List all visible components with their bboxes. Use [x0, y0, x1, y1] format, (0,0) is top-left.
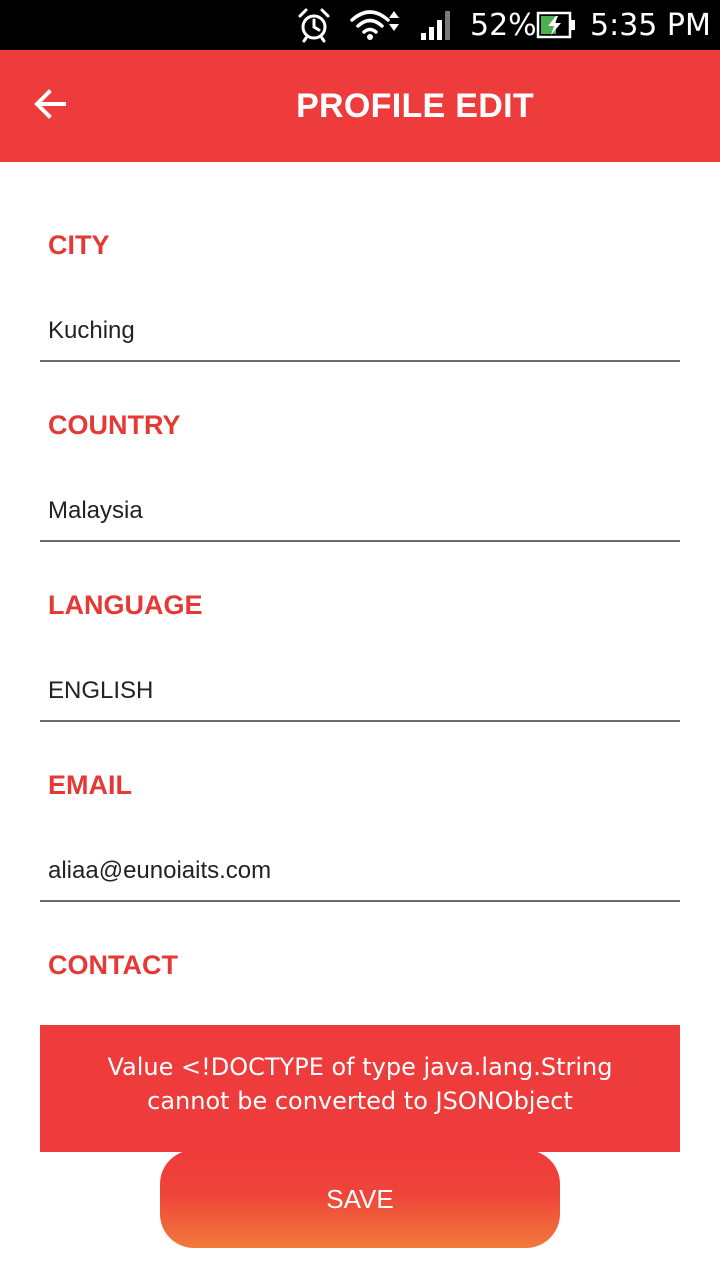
- country-input[interactable]: [40, 482, 680, 542]
- alarm-icon: [296, 0, 334, 50]
- app-bar: PROFILE EDIT: [0, 50, 720, 162]
- signal-icon: [418, 0, 456, 50]
- error-toast: Value <!DOCTYPE of type java.lang.String…: [40, 1025, 680, 1152]
- battery-percent: 52%: [470, 7, 537, 43]
- language-input[interactable]: [40, 662, 680, 722]
- back-button[interactable]: [22, 78, 78, 134]
- error-message: Value <!DOCTYPE of type java.lang.String…: [107, 1052, 613, 1115]
- email-input[interactable]: [40, 842, 680, 902]
- city-input[interactable]: [40, 302, 680, 362]
- wifi-icon: [350, 0, 406, 50]
- contact-label: CONTACT: [48, 950, 178, 980]
- email-label: EMAIL: [48, 770, 132, 800]
- battery-charging-icon: [536, 0, 580, 50]
- clock-time: 5:35 PM: [590, 7, 711, 43]
- save-button[interactable]: SAVE: [160, 1150, 560, 1248]
- city-label: CITY: [48, 230, 110, 260]
- page-title: PROFILE EDIT: [296, 86, 534, 125]
- language-label: LANGUAGE: [48, 590, 203, 620]
- status-bar: 52% 5:35 PM: [0, 0, 720, 50]
- country-label: COUNTRY: [48, 410, 181, 440]
- arrow-left-icon: [30, 84, 70, 129]
